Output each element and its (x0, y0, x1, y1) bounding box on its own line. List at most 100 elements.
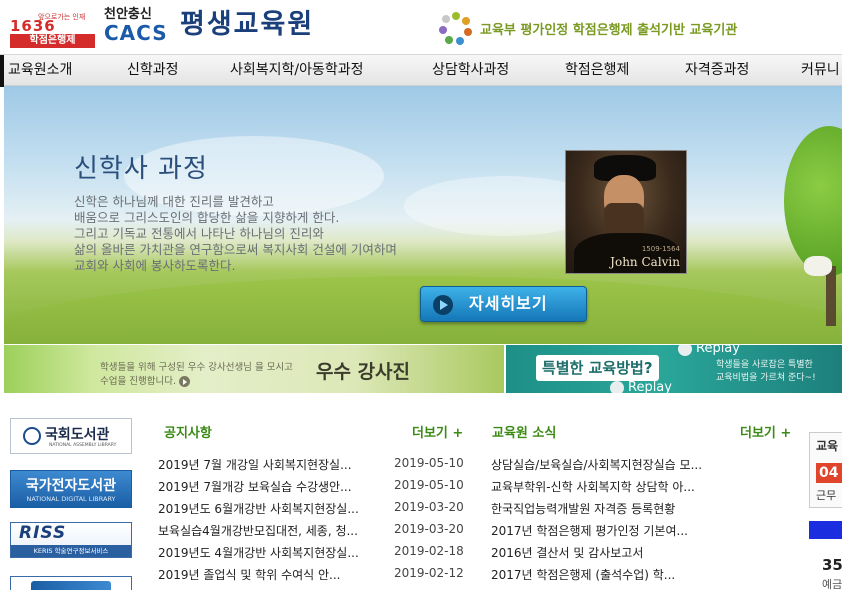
account-label: 예금 (822, 578, 842, 590)
hero-description-line: 교회와 사회에 봉사하도록한다. (74, 258, 236, 273)
logo-sub: 학점은행제 (10, 34, 95, 48)
notice-title: 보육실습4월개강반모집대전, 세종, 청... (158, 524, 358, 538)
replay-icon (678, 345, 692, 356)
notice-row[interactable]: 2019년 7월 개강일 사회복지현장실... 2019-05-10 (158, 456, 464, 478)
nav-item-theology[interactable]: 신학과정 (127, 55, 179, 85)
hero-description-line: 삶의 올바른 가치관을 연구함으로써 복지사회 건설에 기여하며 (74, 242, 397, 257)
notice-row[interactable]: 2019년 7월개강 보육실습 수강생안... 2019-05-10 (158, 478, 464, 500)
news-item[interactable]: 2017년 학점은행제 (출석수업) 학... (491, 566, 736, 588)
hero-description-line: 신학은 하나님께 대한 진리를 발견하고 (74, 194, 274, 209)
nav-item-social-welfare[interactable]: 사회복지학/아동학과정 (230, 55, 364, 85)
cacs-korean: 천안충신 (104, 7, 152, 22)
hero-banner: 신학사 과정 신학은 하나님께 대한 진리를 발견하고 배움으로 그리스도인의 … (4, 86, 842, 344)
hero-description-line: 배움으로 그리스도인의 합당한 삶을 지향하게 한다. (74, 210, 340, 225)
nav-item-credit-bank[interactable]: 학점은행제 (565, 55, 629, 85)
notice-row[interactable]: 2019년도 6월개강반 사회복지현장실... 2019-03-20 (158, 500, 464, 522)
news-item[interactable]: 교육부학위-신학 사회복지학 상담학 아... (491, 478, 736, 500)
cacs-english: CACS (104, 21, 168, 45)
replay-button[interactable]: Replay (610, 380, 672, 393)
notice-title: 2019년 졸업식 및 학위 수여식 안... (158, 568, 341, 582)
instructors-banner-text-2: 수업을 진행합니다. (100, 375, 190, 388)
tree-illustration (774, 126, 842, 326)
contact-hours-label: 근무 (816, 489, 837, 502)
national-assembly-library-link[interactable]: 국회도서관 NATIONAL ASSEMBLY LIBRARY (10, 418, 132, 454)
notice-date: 2019-02-12 (394, 566, 464, 580)
view-details-label: 자세히보기 (469, 294, 548, 313)
nav-item-about[interactable]: 교육원소개 (8, 55, 72, 85)
library-logo-icon (31, 581, 111, 590)
news-item[interactable]: 상담실습/보육실습/사회복지현장실습 모... (491, 456, 736, 478)
logo-number: 1636 (10, 17, 56, 35)
logo-1636[interactable]: 앞으로가는 인재 1636 학점은행제 (8, 6, 98, 48)
logo-cacs[interactable]: 천안충신 CACS (104, 8, 172, 46)
replay-label: Replay (628, 380, 672, 393)
education-method-text: 학생들을 사로잡은 특별한 (716, 360, 813, 370)
education-method-title: 특별한 교육방법? (536, 355, 659, 381)
news-board-title: 교육원 소식 (492, 426, 557, 441)
notice-title: 2019년 7월개강 보육실습 수강생안... (158, 480, 352, 494)
hero-title: 신학사 과정 (74, 154, 208, 184)
contact-box: 교육 04 근무 (809, 432, 842, 508)
site-header: 앞으로가는 인재 1636 학점은행제 천안충신 CACS 평생교육원 교육부 … (0, 0, 842, 50)
certification-badge: 교육부 평가인정 학점은행제 출석기반 교육기관 (438, 10, 737, 46)
education-method-banner[interactable]: 특별한 교육방법? Replay Replay 학생들을 사로잡은 특별한 교육… (506, 345, 842, 393)
notice-board-title: 공지사항 (164, 426, 212, 441)
instructors-banner-title: 우수 강사진 (316, 361, 411, 383)
site-title[interactable]: 평생교육원 (180, 8, 314, 42)
ministry-emblem-icon (439, 12, 472, 45)
replay-label: Replay (696, 345, 740, 356)
replay-button[interactable]: Replay (678, 345, 740, 356)
riss-link[interactable]: RISS KERIS 학술연구정보서비스 (10, 522, 132, 558)
ndl-title: 국가전자도서관 (25, 478, 117, 494)
notice-title: 2019년 7월 개강일 사회복지현장실... (158, 458, 352, 472)
notice-title: 2019년도 6월개강반 사회복지현장실... (158, 502, 359, 516)
notice-row[interactable]: 2019년 졸업식 및 학위 수여식 안... 2019-02-12 (158, 566, 464, 588)
nav-item-certificate[interactable]: 자격증과정 (685, 55, 749, 85)
national-assembly-emblem-icon (23, 427, 41, 445)
instructors-banner-text: 학생들을 위해 구성된 우수 강사선생님 을 모시고 (100, 362, 293, 373)
news-item[interactable]: 2017년 학점은행제 평가인정 기본여... (491, 522, 736, 544)
notice-date: 2019-05-10 (394, 456, 464, 470)
arrow-right-icon (178, 376, 190, 387)
view-details-button[interactable]: 자세히보기 (420, 286, 587, 322)
calvin-portrait: 1509-1564 John Calvin (565, 150, 687, 274)
national-digital-library-link[interactable]: 국가전자도서관 NATIONAL DIGITAL LIBRARY (10, 470, 132, 508)
nla-title: 국회도서관 (45, 427, 110, 443)
goat-illustration (804, 256, 832, 276)
nla-subtitle: NATIONAL ASSEMBLY LIBRARY (49, 443, 117, 448)
blue-banner[interactable] (809, 521, 842, 539)
notice-row[interactable]: 보육실습4월개강반모집대전, 세종, 청... 2019-03-20 (158, 522, 464, 544)
riss-subtitle: KERIS 학술연구정보서비스 (11, 545, 131, 557)
instructors-banner[interactable]: 학생들을 위해 구성된 우수 강사선생님 을 모시고 수업을 진행합니다. 우수… (4, 345, 504, 393)
play-icon (433, 295, 453, 315)
notice-more-link[interactable]: 더보기 + (412, 422, 463, 441)
notice-row[interactable]: 2019년도 4월개강반 사회복지현장실... 2019-02-18 (158, 544, 464, 566)
news-item[interactable]: 한국직업능력개발원 자격증 등록현황 (491, 500, 736, 522)
main-nav: 교육원소개 신학과정 사회복지학/아동학과정 상담학사과정 학점은행제 자격증과… (0, 54, 842, 87)
tree-crown (784, 126, 842, 276)
tree-trunk (826, 266, 836, 326)
notice-date: 2019-05-10 (394, 478, 464, 492)
notice-date: 2019-03-20 (394, 500, 464, 514)
notice-title: 2019년도 4월개강반 사회복지현장실... (158, 546, 359, 560)
hero-description-line: 그리고 기독교 전통에서 나타난 하나님의 진리와 (74, 226, 324, 241)
nav-item-counseling[interactable]: 상담학사과정 (432, 55, 509, 85)
notice-date: 2019-02-18 (394, 544, 464, 558)
nav-edge-bar (0, 55, 4, 87)
contact-label: 교육 (816, 439, 839, 453)
portrait-name: John Calvin (610, 255, 680, 269)
nav-item-community[interactable]: 커뮤니 (801, 55, 840, 85)
instructors-banner-text-line: 수업을 진행합니다. (100, 376, 176, 387)
certification-text: 교육부 평가인정 학점은행제 출석기반 교육기관 (480, 22, 738, 38)
account-number: 35 (822, 556, 842, 574)
news-item[interactable]: 2016년 결산서 및 감사보고서 (491, 544, 736, 566)
ndl-subtitle: NATIONAL DIGITAL LIBRARY (26, 495, 116, 503)
riss-title: RISS (19, 523, 67, 543)
library-link[interactable] (10, 576, 132, 590)
portrait-dates: 1509-1564 (641, 245, 680, 253)
contact-phone-digits: 04 (816, 463, 842, 483)
replay-icon (610, 380, 624, 393)
news-more-link[interactable]: 더보기 + (740, 422, 791, 441)
notice-date: 2019-03-20 (394, 522, 464, 536)
education-method-text: 교육비법을 가르쳐 준다~! (716, 373, 816, 383)
